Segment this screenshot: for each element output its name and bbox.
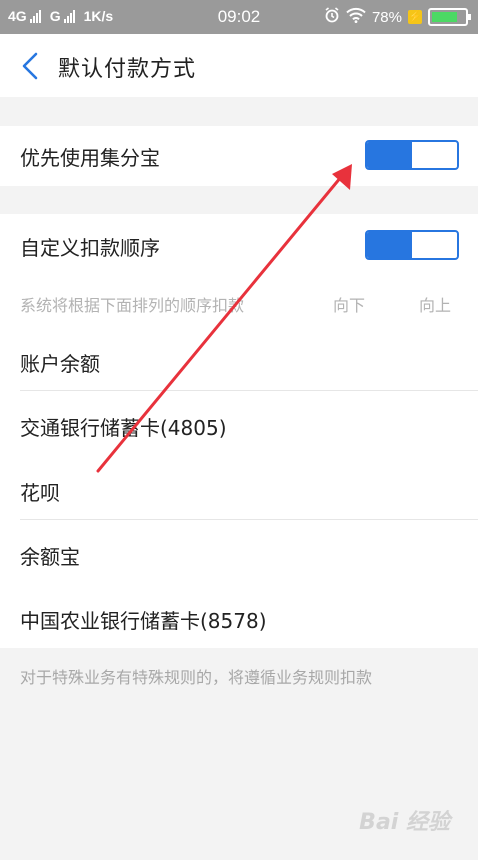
annotation-arrow bbox=[96, 164, 352, 473]
watermark-logo: Bai 经验 bbox=[359, 810, 450, 835]
